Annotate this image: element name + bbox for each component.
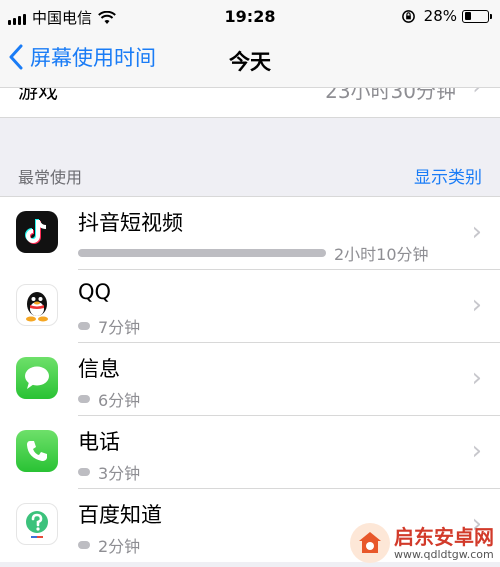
navigation-bar: 屏幕使用时间 今天	[0, 34, 500, 88]
app-name: 信息	[78, 357, 120, 381]
site-watermark: 启东安卓网 www.qdldtgw.com	[350, 523, 494, 563]
app-name: QQ	[78, 280, 112, 304]
chevron-right-icon: ›	[471, 217, 482, 247]
chevron-right-icon: ›	[471, 363, 482, 393]
usage-bar	[78, 249, 326, 257]
section-header: 最常使用 显示类别	[0, 118, 500, 196]
usage-time: 3分钟	[98, 464, 141, 483]
page-title: 今天	[229, 50, 271, 74]
usage-time: 6分钟	[98, 391, 141, 410]
section-title: 最常使用	[18, 168, 83, 187]
watermark-title: 启东安卓网	[394, 524, 494, 549]
chevron-right-icon: ›	[472, 88, 482, 100]
usage-bar	[78, 541, 90, 549]
usage-time: 2小时10分钟	[334, 245, 429, 264]
watermark-url: www.qdldtgw.com	[394, 547, 494, 561]
list-item[interactable]: 抖音短视频 2小时10分钟 ›	[0, 197, 500, 270]
messages-icon	[16, 357, 58, 399]
rotation-lock-icon	[401, 9, 415, 23]
app-name: 百度知道	[78, 503, 162, 527]
usage-time: 7分钟	[98, 318, 141, 337]
list-item[interactable]: 电话 3分钟 ›	[0, 416, 500, 489]
battery-percent: 28%	[423, 7, 457, 25]
category-row-games[interactable]: 游戏 23小时30分钟 ›	[0, 88, 500, 118]
usage-bar	[78, 468, 90, 476]
usage-time: 2分钟	[98, 537, 141, 556]
watermark-logo-icon	[350, 523, 390, 563]
category-label: 游戏	[18, 88, 58, 103]
battery-icon	[462, 9, 492, 23]
list-item[interactable]: QQ 7分钟 ›	[0, 270, 500, 343]
chevron-right-icon: ›	[471, 290, 482, 320]
show-categories-button[interactable]: 显示类别	[414, 163, 482, 188]
list-item[interactable]: 信息 6分钟 ›	[0, 343, 500, 416]
qq-icon	[16, 284, 58, 326]
phone-icon	[16, 430, 58, 472]
app-name: 抖音短视频	[78, 211, 183, 235]
usage-bar	[78, 322, 90, 330]
chevron-right-icon: ›	[471, 436, 482, 466]
status-bar: 中国电信 19:28 28%	[0, 0, 500, 34]
app-name: 电话	[78, 430, 120, 454]
baidu-zhidao-icon	[16, 503, 58, 545]
most-used-list: 抖音短视频 2小时10分钟 › QQ 7分钟 › 信息 6分钟 › 电话 3分钟…	[0, 196, 500, 562]
category-time: 23小时30分钟	[325, 88, 456, 103]
usage-bar	[78, 395, 90, 403]
douyin-icon	[16, 211, 58, 253]
